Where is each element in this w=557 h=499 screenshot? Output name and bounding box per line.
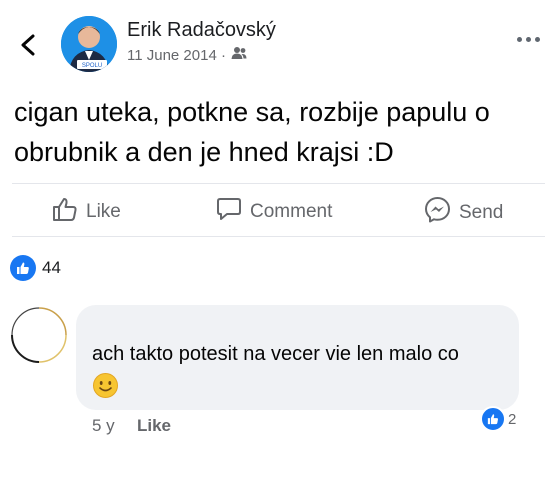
thumbs-up-icon <box>52 196 78 228</box>
author-avatar[interactable]: SPOLU <box>61 16 117 72</box>
comment-reactions[interactable]: 2 <box>480 406 516 432</box>
divider <box>12 183 545 184</box>
friends-icon <box>231 46 247 64</box>
comment-timestamp[interactable]: 5 y <box>92 416 115 436</box>
comment-label: Comment <box>250 201 333 222</box>
messenger-icon <box>424 196 451 229</box>
comment-like-button[interactable]: Like <box>137 416 171 436</box>
comment-icon <box>216 196 242 228</box>
post-date[interactable]: 11 June 2014 · <box>127 47 226 64</box>
commenter-avatar[interactable] <box>10 306 68 364</box>
reactions-summary[interactable]: 44 <box>10 255 61 281</box>
comment-reaction-count: 2 <box>508 410 517 428</box>
more-options-icon[interactable] <box>517 37 540 42</box>
back-icon[interactable] <box>14 30 44 60</box>
send-label: Send <box>459 201 504 223</box>
smiling-face-icon <box>92 372 119 399</box>
like-label: Like <box>86 201 121 222</box>
reactions-count: 44 <box>42 258 61 277</box>
post-meta: 11 June 2014 · <box>127 46 247 64</box>
avatar-badge-text: SPOLU <box>82 63 102 69</box>
post-text: cigan uteka, potkne sa, rozbije papulu o… <box>14 97 490 167</box>
comment-button[interactable]: Comment <box>216 196 332 228</box>
like-reaction-icon <box>10 255 36 281</box>
like-button[interactable]: Like <box>52 196 121 228</box>
author-name[interactable]: Erik Radačovský <box>127 19 276 42</box>
comment-text: ach takto potesit na vecer vie len malo … <box>92 343 459 365</box>
divider <box>12 236 545 237</box>
like-reaction-icon <box>480 406 506 432</box>
send-button[interactable]: Send <box>424 196 503 229</box>
